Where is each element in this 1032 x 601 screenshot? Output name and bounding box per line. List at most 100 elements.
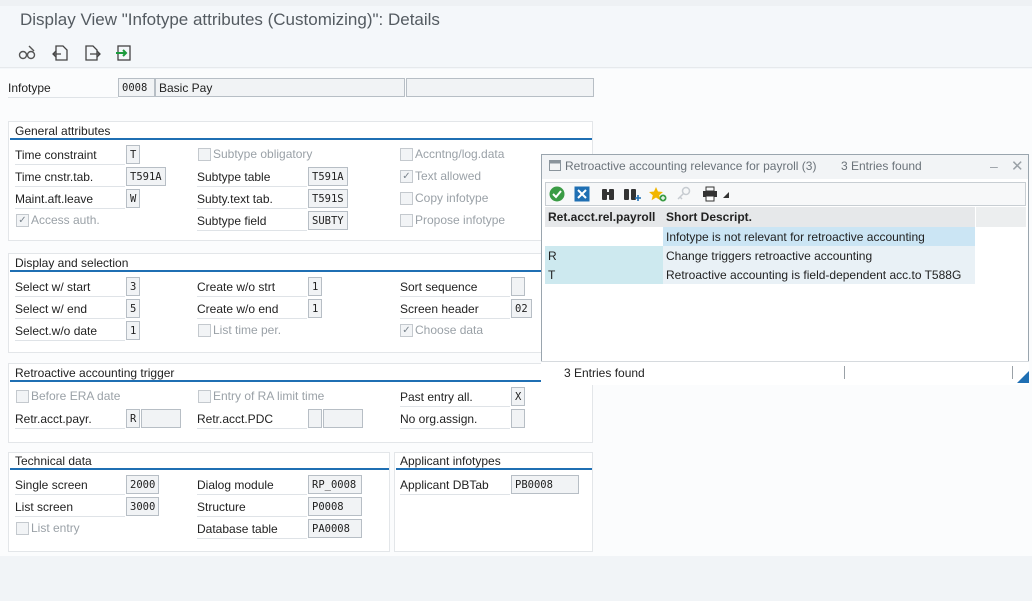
access-auth-label: Access auth. bbox=[31, 213, 100, 227]
select-end-label: Select w/ end bbox=[15, 299, 125, 319]
screen-header-field[interactable]: 02 bbox=[511, 299, 532, 318]
retr-acct-pdc-label: Retr.acct.PDC bbox=[197, 409, 307, 429]
dialog-module-label: Dialog module bbox=[197, 475, 307, 495]
cancel-button[interactable] bbox=[572, 184, 592, 204]
no-org-assign-label: No org.assign. bbox=[400, 409, 510, 429]
print-button[interactable] bbox=[700, 184, 720, 204]
column-header-short-description[interactable]: Short Descript. bbox=[663, 207, 975, 227]
print-dropdown-icon[interactable] bbox=[722, 189, 730, 199]
column-header-retro-relevance[interactable]: Ret.acct.rel.payroll bbox=[545, 207, 663, 227]
create-wo-end-field[interactable]: 1 bbox=[308, 299, 322, 318]
value-help-table: Ret.acct.rel.payroll Short Descript. Inf… bbox=[545, 207, 975, 284]
sort-sequence-field[interactable] bbox=[511, 277, 525, 296]
subty-text-tab-field[interactable]: T591S bbox=[308, 189, 348, 208]
accntng-log-data-checkbox[interactable] bbox=[400, 148, 413, 161]
select-wo-date-field[interactable]: 1 bbox=[126, 321, 140, 340]
export-button[interactable] bbox=[113, 42, 135, 64]
table-row[interactable]: Infotype is not relevant for retroactive… bbox=[545, 227, 975, 246]
retr-acct-pdc-text-field[interactable] bbox=[323, 409, 363, 428]
retr-acct-payr-label: Retr.acct.payr. bbox=[15, 409, 125, 429]
close-icon[interactable]: ✕ bbox=[1011, 157, 1025, 175]
group-underline bbox=[10, 380, 592, 382]
minimize-icon[interactable]: – bbox=[990, 158, 1004, 174]
retr-acct-payr-text-field[interactable] bbox=[141, 409, 181, 428]
structure-field[interactable]: P0008 bbox=[308, 497, 362, 516]
create-wo-strt-field[interactable]: 1 bbox=[308, 277, 322, 296]
entry-ra-limit-checkbox[interactable] bbox=[198, 390, 211, 403]
dialog-module-field[interactable]: RP_0008 bbox=[308, 475, 362, 494]
no-org-assign-field[interactable] bbox=[511, 409, 525, 428]
continue-button[interactable] bbox=[547, 184, 567, 204]
subtype-field-label: Subtype field bbox=[197, 211, 307, 231]
time-constraint-field[interactable]: T bbox=[126, 145, 140, 164]
database-table-label: Database table bbox=[197, 519, 307, 539]
before-era-checkbox[interactable] bbox=[16, 390, 29, 403]
table-row[interactable]: R Change triggers retroactive accounting bbox=[545, 246, 975, 265]
subtype-obligatory-checkbox[interactable] bbox=[198, 148, 211, 161]
table-header-row: Ret.acct.rel.payroll Short Descript. bbox=[545, 207, 975, 227]
infotype-extra-field[interactable] bbox=[406, 78, 594, 97]
status-divider bbox=[1012, 366, 1013, 379]
infotype-code-field[interactable]: 0008 bbox=[118, 78, 155, 97]
infotype-name-field[interactable]: Basic Pay bbox=[155, 78, 405, 97]
time-cnstr-tab-label: Time cnstr.tab. bbox=[15, 167, 125, 187]
access-auth-checkbox[interactable]: ✓ bbox=[16, 214, 29, 227]
create-wo-end-label: Create w/o end bbox=[197, 299, 307, 319]
list-screen-field[interactable]: 3000 bbox=[126, 497, 159, 516]
restrictions-button[interactable] bbox=[674, 184, 694, 204]
retr-acct-pdc-field[interactable] bbox=[308, 409, 322, 428]
past-entry-field[interactable]: X bbox=[511, 387, 525, 406]
list-time-per-label: List time per. bbox=[213, 323, 282, 337]
group-underline bbox=[10, 270, 592, 272]
list-entry-checkbox[interactable] bbox=[16, 522, 29, 535]
database-table-field[interactable]: PA0008 bbox=[308, 519, 362, 538]
add-favorite-button[interactable] bbox=[648, 184, 668, 204]
application-toolbar bbox=[0, 38, 1032, 68]
dialog-title: Retroactive accounting relevance for pay… bbox=[565, 159, 817, 173]
row-desc-cell[interactable]: Change triggers retroactive accounting bbox=[663, 246, 975, 265]
text-allowed-checkbox[interactable]: ✓ bbox=[400, 170, 413, 183]
copy-infotype-label: Copy infotype bbox=[415, 191, 489, 205]
propose-infotype-checkbox[interactable] bbox=[400, 214, 413, 227]
footer-area bbox=[0, 556, 1032, 601]
list-time-per-checkbox[interactable] bbox=[198, 324, 211, 337]
subty-text-tab-label: Subty.text tab. bbox=[197, 189, 307, 209]
binoculars-icon bbox=[602, 189, 614, 200]
previous-entry-button[interactable] bbox=[49, 42, 71, 64]
applicant-dbtab-field[interactable]: PB0008 bbox=[511, 475, 579, 494]
row-key-cell[interactable] bbox=[545, 227, 663, 246]
next-entry-button[interactable] bbox=[81, 42, 103, 64]
select-start-field[interactable]: 3 bbox=[126, 277, 140, 296]
retro-trigger-title: Retroactive accounting trigger bbox=[15, 366, 175, 380]
table-header-filler bbox=[976, 207, 1026, 227]
single-screen-field[interactable]: 2000 bbox=[126, 475, 159, 494]
retr-acct-payr-field[interactable]: R bbox=[126, 409, 140, 428]
find-next-button[interactable] bbox=[622, 184, 642, 204]
table-row[interactable]: T Retroactive accounting is field-depend… bbox=[545, 265, 975, 284]
accntng-log-data-label: Accntng/log.data bbox=[415, 147, 505, 161]
group-underline bbox=[10, 138, 592, 140]
page-title: Display View "Infotype attributes (Custo… bbox=[20, 10, 440, 29]
select-end-field[interactable]: 5 bbox=[126, 299, 140, 318]
subtype-table-field[interactable]: T591A bbox=[308, 167, 348, 186]
copy-infotype-checkbox[interactable] bbox=[400, 192, 413, 205]
row-desc-cell[interactable]: Infotype is not relevant for retroactive… bbox=[663, 227, 975, 246]
row-key-cell[interactable]: T bbox=[545, 265, 663, 284]
resize-grip-icon[interactable] bbox=[1017, 371, 1029, 383]
display-change-button[interactable] bbox=[16, 42, 38, 64]
select-start-label: Select w/ start bbox=[15, 277, 125, 297]
row-desc-cell[interactable]: Retroactive accounting is field-dependen… bbox=[663, 265, 975, 284]
choose-data-checkbox[interactable]: ✓ bbox=[400, 324, 413, 337]
applicant-infotypes-title: Applicant infotypes bbox=[400, 454, 501, 468]
binoculars-plus-icon bbox=[624, 189, 641, 201]
general-attributes-title: General attributes bbox=[15, 124, 111, 138]
next-entry-icon bbox=[85, 45, 101, 61]
check-icon bbox=[549, 186, 565, 202]
maint-aft-leave-field[interactable]: W bbox=[126, 189, 140, 208]
find-button[interactable] bbox=[598, 184, 618, 204]
subtype-field-field[interactable]: SUBTY bbox=[308, 211, 348, 230]
list-screen-label: List screen bbox=[15, 497, 125, 517]
choose-data-label: Choose data bbox=[415, 323, 484, 337]
time-cnstr-tab-field[interactable]: T591A bbox=[126, 167, 166, 186]
row-key-cell[interactable]: R bbox=[545, 246, 663, 265]
